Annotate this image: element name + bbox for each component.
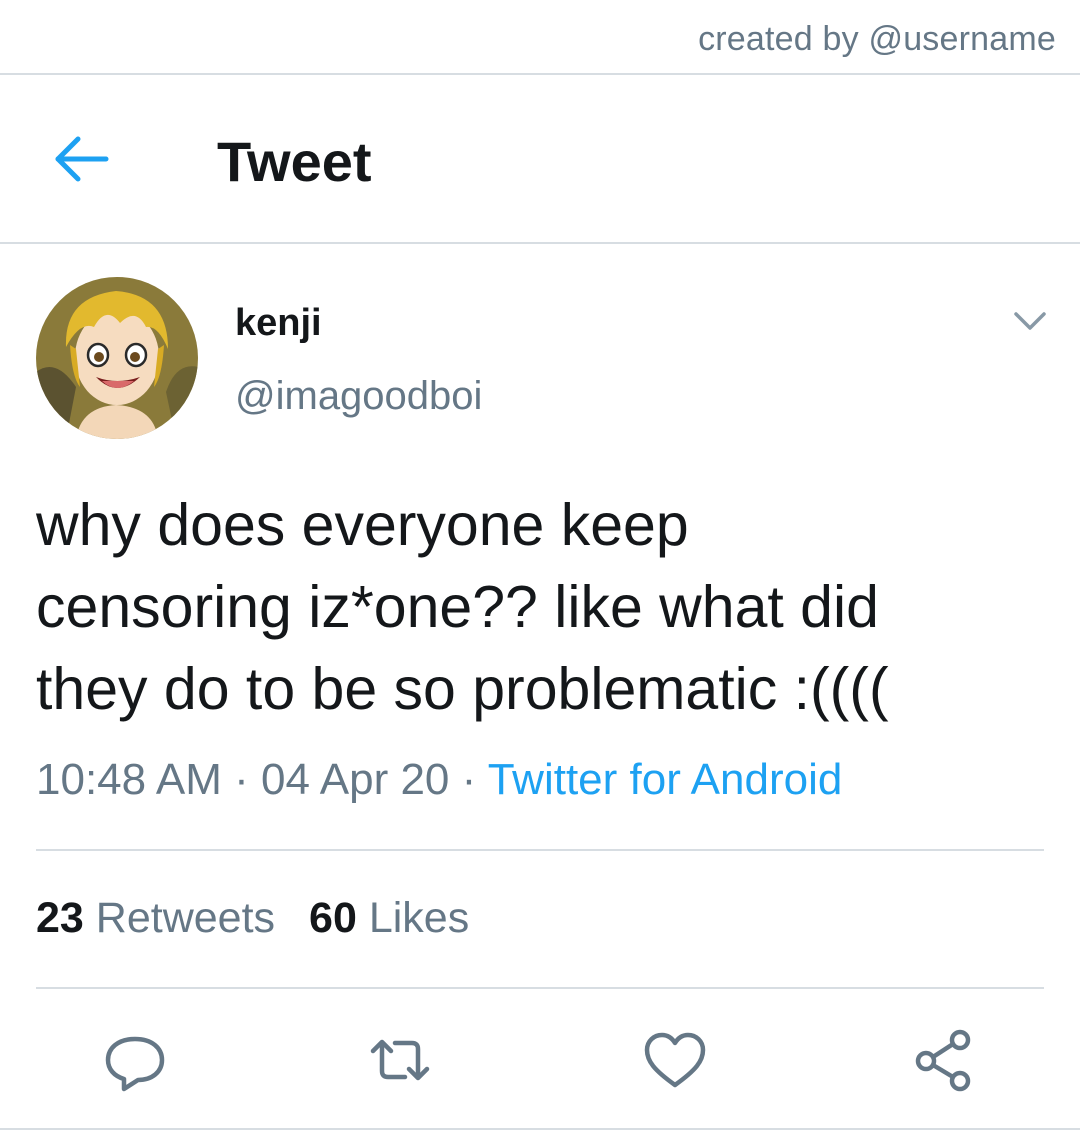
retweets-stat[interactable]: 23 Retweets — [36, 894, 275, 942]
tweet-stats: 23 Retweets 60 Likes — [36, 894, 469, 943]
like-button[interactable] — [640, 1025, 710, 1095]
reply-icon — [105, 1036, 165, 1092]
reply-button[interactable] — [100, 1025, 170, 1095]
retweets-count: 23 — [36, 894, 84, 942]
avatar[interactable] — [36, 277, 198, 439]
tweet-meta: 10:48 AM · 04 Apr 20 · Twitter for Andro… — [36, 755, 842, 805]
tweet-text: why does everyone keep censoring iz*one?… — [36, 484, 1036, 730]
chevron-down-icon — [1014, 312, 1046, 330]
retweets-label: Retweets — [95, 894, 276, 942]
tweet-header: Tweet — [0, 75, 1080, 242]
tweet-time: 10:48 AM — [36, 755, 222, 804]
share-button[interactable] — [908, 1025, 978, 1095]
retweet-icon — [370, 1039, 430, 1081]
likes-stat[interactable]: 60 Likes — [309, 894, 469, 942]
tweet-options-button[interactable] — [1010, 306, 1050, 336]
likes-count: 60 — [309, 894, 357, 942]
tweet-date: 04 Apr 20 — [261, 755, 450, 804]
divider-meta — [36, 849, 1044, 851]
divider-bottom — [0, 1128, 1080, 1130]
divider-header — [0, 242, 1080, 244]
tweet-text-line: censoring iz*one?? like what did — [36, 574, 879, 640]
share-icon — [915, 1029, 971, 1092]
watermark-credit: created by @username — [698, 20, 1056, 58]
back-arrow-icon — [55, 136, 109, 182]
page-title: Tweet — [217, 130, 372, 193]
author-display-name[interactable]: kenji — [235, 302, 322, 345]
tweet-source-link[interactable]: Twitter for Android — [488, 755, 843, 804]
meta-separator: · — [234, 755, 249, 804]
back-button[interactable] — [52, 133, 112, 185]
tweet-text-line: why does everyone keep — [36, 492, 689, 558]
tweet-text-line: they do to be so problematic :(((( — [36, 656, 889, 722]
divider-stats — [36, 987, 1044, 989]
likes-label: Likes — [368, 894, 470, 942]
author-handle[interactable]: @imagoodboi — [235, 374, 482, 419]
meta-separator: · — [461, 755, 477, 804]
avatar-image — [36, 277, 198, 439]
retweet-button[interactable] — [365, 1025, 435, 1095]
heart-icon — [644, 1032, 706, 1088]
